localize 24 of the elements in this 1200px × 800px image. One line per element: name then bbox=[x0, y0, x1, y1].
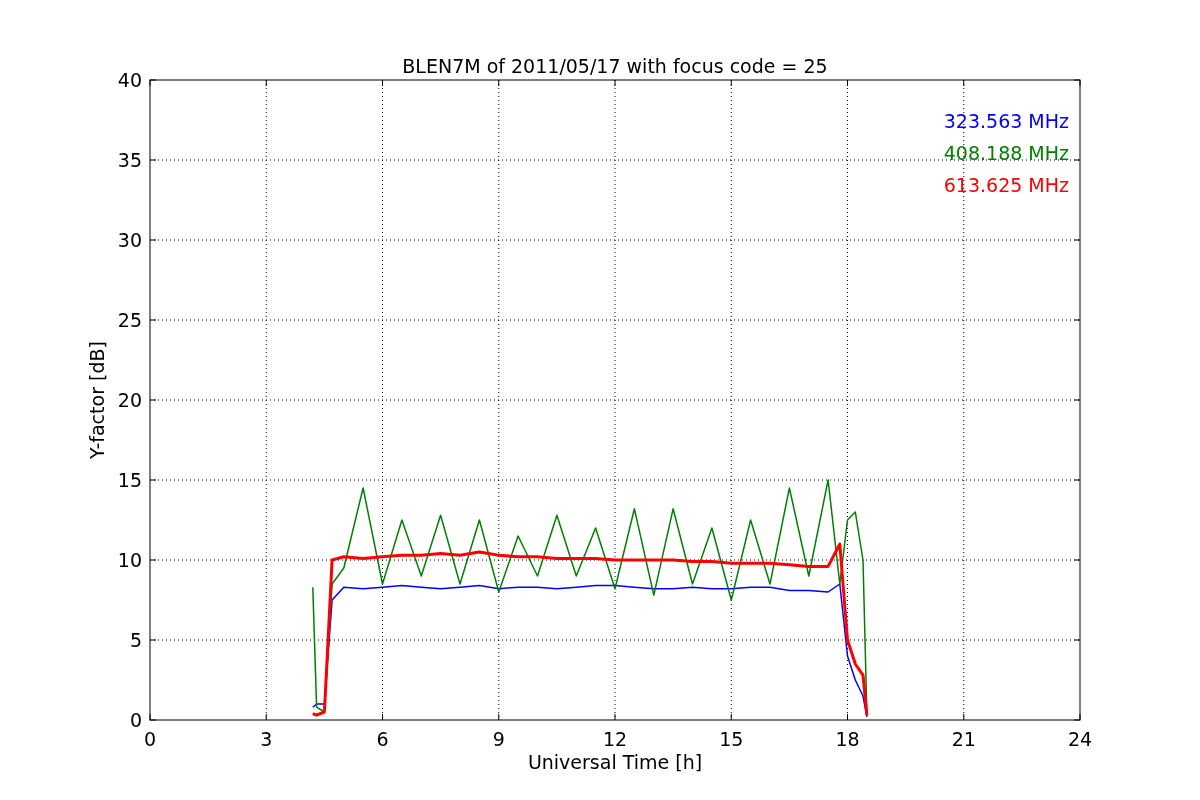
y-tick-label: 10 bbox=[117, 549, 142, 571]
y-tick-label: 20 bbox=[117, 389, 142, 411]
x-tick-label: 9 bbox=[492, 728, 505, 750]
chart-title: BLEN7M of 2011/05/17 with focus code = 25 bbox=[402, 55, 828, 77]
y-tick-label: 0 bbox=[129, 709, 142, 731]
legend-label: 408.188 MHz bbox=[943, 142, 1069, 164]
x-tick-label: 12 bbox=[602, 728, 628, 750]
x-tick-label: 0 bbox=[143, 728, 157, 750]
x-tick-label: 3 bbox=[260, 728, 273, 750]
x-tick-label: 6 bbox=[376, 728, 389, 750]
y-axis-label: Y-factor [dB] bbox=[86, 341, 108, 459]
legend-label: 323.563 MHz bbox=[943, 110, 1069, 132]
x-tick-label: 21 bbox=[951, 728, 976, 750]
x-tick-label: 18 bbox=[835, 728, 860, 750]
y-tick-label: 40 bbox=[117, 69, 142, 91]
x-tick-label: 24 bbox=[1067, 728, 1093, 750]
y-tick-label: 5 bbox=[129, 629, 142, 651]
y-tick-label: 30 bbox=[117, 229, 142, 251]
y-tick-label: 35 bbox=[117, 149, 142, 171]
x-axis-label: Universal Time [h] bbox=[527, 751, 703, 773]
y-tick-label: 25 bbox=[117, 309, 142, 331]
legend-label: 613.625 MHz bbox=[943, 174, 1069, 196]
y-tick-label: 15 bbox=[117, 469, 142, 491]
x-tick-label: 15 bbox=[719, 728, 744, 750]
